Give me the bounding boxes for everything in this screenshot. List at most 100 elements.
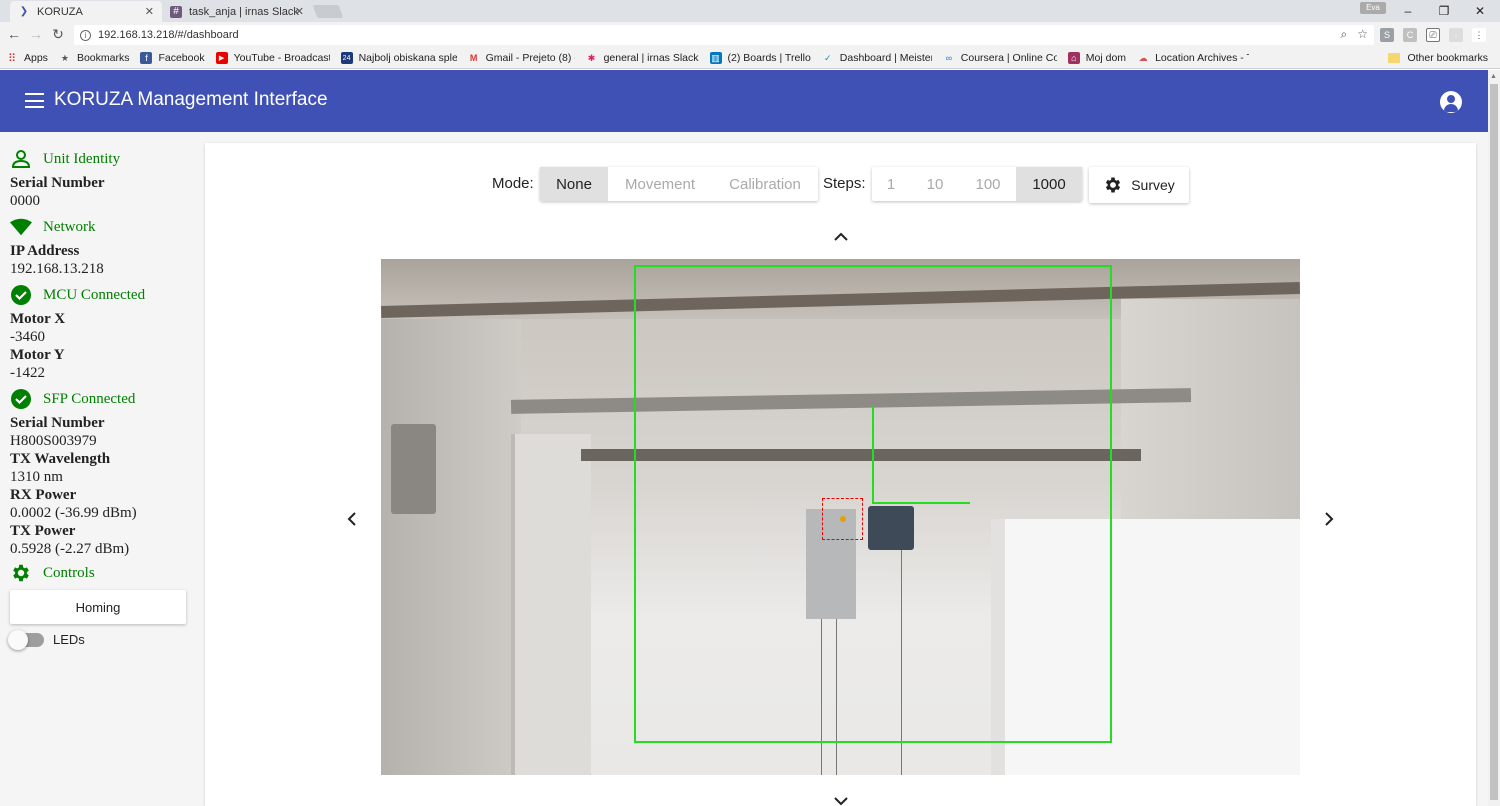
back-arrow-icon[interactable]: ← [5,26,23,42]
reload-icon[interactable]: ↻ [49,26,67,43]
bookmark-meistertask[interactable]: ✓ Dashboard | MeisterT [822,52,932,64]
step-10-button[interactable]: 10 [910,167,960,201]
network-heading: Network [10,216,190,238]
sfp-serial-label: Serial Number [10,415,105,431]
bookmark-slack[interactable]: ✱ general | irnas Slack [586,52,699,64]
bookmark-location[interactable]: ☁ Location Archives - T [1137,52,1250,64]
bookmark-star-icon[interactable]: ☆ [1357,27,1368,42]
leds-toggle[interactable] [8,629,44,650]
slack-favicon-icon: # [170,5,182,18]
app-header: KORUZA Management Interface [0,70,1488,132]
trello-icon: ▥ [709,52,722,64]
move-up-chevron-icon[interactable] [834,229,848,247]
step-1000-button[interactable]: 1000 [1016,167,1082,201]
extension-icon[interactable]: C [1403,28,1417,42]
browser-tab-bar: ❯ KORUZA ✕ # task_anja | irnas Slack ✕ E… [0,0,1500,22]
move-right-chevron-icon[interactable] [1324,512,1334,531]
koruza-favicon-icon: ❯ [19,6,29,17]
unit-identity-heading: Unit Identity [10,148,190,170]
person-icon [10,148,32,170]
mojdom-icon: ⌂ [1067,52,1080,64]
close-tab-icon[interactable]: ✕ [295,5,304,18]
bookmark-apps[interactable]: ⠿ Apps [6,52,48,64]
steps-button-group: 1 10 100 1000 [872,167,1082,201]
location-icon: ☁ [1138,52,1148,63]
gmail-icon: M [469,53,478,63]
menu-icon[interactable] [25,93,44,108]
bookmark-facebook[interactable]: f Facebook [140,52,205,64]
bookmarks-bar: ⠿ Apps ★ Bookmarks f Facebook ▶ YouTube - Br… [0,48,1500,69]
tx-power-value: 0.5928 (-2.27 dBm) [10,541,130,557]
browser-tab-slack[interactable]: # task_anja | irnas Slack ✕ [162,1,312,22]
url-text: 192.168.13.218/#/dashboard [98,29,239,41]
new-tab-button[interactable] [312,5,344,18]
star-icon: ★ [60,52,69,63]
motor-x-label: Motor X [10,311,66,327]
app-title: KORUZA Management Interface [54,89,328,110]
ip-address-value: 192.168.13.218 [10,261,104,277]
wifi-icon [10,216,32,238]
move-down-chevron-icon[interactable] [834,793,848,806]
meistertask-icon: ✓ [824,52,832,63]
tx-power-label: TX Power [10,523,76,539]
survey-label: Survey [1131,177,1175,193]
chrome-menu-icon[interactable]: ⋮ [1472,28,1486,42]
homing-button[interactable]: Homing [10,590,186,624]
step-100-button[interactable]: 100 [960,167,1016,201]
step-1-button[interactable]: 1 [872,167,910,201]
forward-arrow-icon[interactable]: → [27,26,45,42]
youtube-icon: ▶ [215,52,228,64]
scrollbar-thumb[interactable] [1490,84,1498,800]
other-bookmarks[interactable]: Other bookmarks [1388,52,1488,64]
spot-marker[interactable] [822,498,863,540]
camera-scene-wall [381,319,521,775]
unit-serial-value: 0000 [10,193,40,209]
slack-icon: ✱ [587,52,596,63]
zoom-icon[interactable]: ⌕ [1341,27,1348,42]
folder-icon [1388,53,1401,63]
tx-wavelength-value: 1310 nm [10,469,63,485]
minimize-icon[interactable]: – [1390,4,1426,18]
bookmark-youtube[interactable]: ▶ YouTube - Broadcast [215,52,330,64]
browser-tab-koruza[interactable]: ❯ KORUZA ✕ [10,1,162,22]
bookmark-trello[interactable]: ▥ (2) Boards | Trello [709,52,811,64]
leds-toggle-row: LEDs [8,629,190,650]
gear-icon [10,562,32,584]
crosshair-vertical [872,406,874,504]
close-tab-icon[interactable]: ✕ [145,5,154,18]
sfp-serial-value: H800S003979 [10,433,97,449]
motor-y-label: Motor Y [10,347,65,363]
apps-grid-icon: ⠿ [7,52,17,65]
survey-button[interactable]: Survey [1089,167,1189,203]
bookmark-gmail[interactable]: MGmail - Prejeto (8) - e [468,52,575,64]
check-circle-icon [10,284,32,306]
scroll-up-icon[interactable]: ▲ [1490,73,1497,80]
mode-calibration-button[interactable]: Calibration [712,167,818,201]
mode-movement-button[interactable]: Movement [608,167,712,201]
sfp-connected-heading: SFP Connected [10,388,190,410]
cast-icon[interactable]: ⎚ [1426,28,1440,42]
bookmark-coursera[interactable]: ∞ Coursera | Online Cou [943,52,1057,64]
info-icon[interactable]: i [80,29,91,41]
bookmark-bookmarks[interactable]: ★ Bookmarks [59,52,130,64]
mode-none-button[interactable]: None [540,167,608,201]
url-field[interactable]: i 192.168.13.218/#/dashboard ⌕ ☆ [74,25,1374,45]
24ur-icon: 24 [340,52,353,64]
rx-power-label: RX Power [10,487,77,503]
mcu-connected-heading: MCU Connected [10,284,190,306]
restore-icon[interactable]: ❐ [1426,4,1462,18]
profile-chip[interactable]: Eva [1360,2,1386,14]
account-icon[interactable] [1440,91,1462,113]
steps-label: Steps: [823,175,866,192]
extension-icon[interactable]: · [1449,28,1463,42]
close-window-icon[interactable]: ✕ [1462,4,1498,18]
spot-dot [840,516,846,522]
extension-icon[interactable]: S [1380,28,1394,42]
bookmark-24ur[interactable]: 24 Najbolj obiskana sple [340,52,457,64]
rx-power-value: 0.0002 (-36.99 dBm) [10,505,137,521]
window-controls: – ❐ ✕ [1390,0,1498,22]
camera-scene-hinge [391,424,436,514]
bookmark-moj-dom[interactable]: ⌂ Moj dom [1067,52,1126,64]
move-left-chevron-icon[interactable] [347,512,357,531]
page-scrollbar[interactable]: ▲ [1488,70,1500,806]
